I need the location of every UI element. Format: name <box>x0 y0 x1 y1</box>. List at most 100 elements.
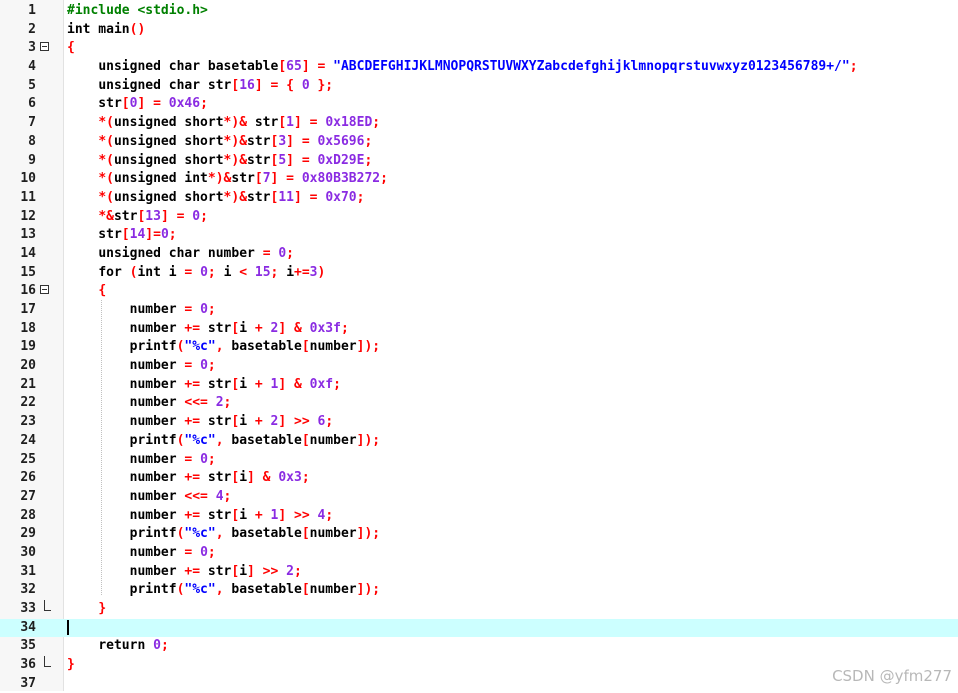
code-line[interactable]: 19 printf("%c", basetable[number]); <box>0 338 958 357</box>
code-token: += <box>184 320 208 336</box>
code-line[interactable]: 14 unsigned char number = 0; <box>0 245 958 264</box>
code-line[interactable]: 8 *(unsigned short*)&str[3] = 0x5696; <box>0 133 958 152</box>
code-line[interactable]: 28 number += str[i + 1] >> 4; <box>0 507 958 526</box>
code-line[interactable]: 24 printf("%c", basetable[number]); <box>0 432 958 451</box>
code-line[interactable]: 13 str[14]=0; <box>0 226 958 245</box>
code-line[interactable]: 22 number <<= 2; <box>0 394 958 413</box>
code-token: unsigned short <box>113 133 224 149</box>
code-token: ) <box>317 264 326 280</box>
code-line[interactable]: 26 number += str[i] & 0x3; <box>0 469 958 488</box>
code-token: str <box>67 227 122 243</box>
code-text: return 0; <box>67 637 168 656</box>
code-token: , <box>215 432 232 448</box>
line-number: 14 <box>20 245 36 261</box>
code-line[interactable]: 33 } <box>0 600 958 619</box>
code-line[interactable]: 35 return 0; <box>0 637 958 656</box>
code-token: [ <box>254 171 263 187</box>
code-token: ; <box>207 302 216 317</box>
fold-end-icon <box>40 600 52 619</box>
code-token: str <box>207 376 232 392</box>
code-line[interactable]: 32 printf("%c", basetable[number]); <box>0 581 958 600</box>
code-token: str <box>247 152 271 168</box>
code-token: number <box>67 544 185 560</box>
code-token: 0 <box>200 264 208 280</box>
line-number: 8 <box>28 133 36 149</box>
code-token: number <box>200 245 263 261</box>
code-token: 0 <box>200 358 208 374</box>
code-token: basetable <box>231 582 302 598</box>
code-line[interactable]: 17 number = 0; <box>0 301 958 320</box>
code-token: 0 <box>192 208 201 224</box>
code-token: number <box>67 451 185 467</box>
code-token: ; <box>340 320 349 336</box>
line-number: 32 <box>20 582 36 598</box>
line-number: 9 <box>28 152 36 168</box>
code-token: 13 <box>145 208 161 224</box>
code-line[interactable]: 2 int main() <box>0 21 958 40</box>
code-line[interactable]: 20 number = 0; <box>0 357 958 376</box>
code-token: 0 <box>200 544 208 560</box>
code-text: } <box>67 656 75 675</box>
code-line[interactable]: 34 <box>0 618 958 638</box>
code-line[interactable]: 21 number += str[i + 1] & 0xf; <box>0 376 958 395</box>
code-line[interactable]: 23 number += str[i + 2] >> 6; <box>0 413 958 432</box>
code-text: #include <stdio.h> <box>67 2 208 21</box>
code-line[interactable]: 10 *(unsigned int*)&str[7] = 0x80B3B272; <box>0 170 958 189</box>
code-line[interactable]: 18 number += str[i + 2] & 0x3f; <box>0 320 958 339</box>
code-token: str <box>207 320 232 336</box>
fold-toggle-icon[interactable] <box>40 39 52 58</box>
code-line[interactable]: 31 number += str[i] >> 2; <box>0 563 958 582</box>
code-text: int main() <box>67 21 145 40</box>
code-line[interactable]: 16 { <box>0 282 958 301</box>
code-token: number <box>309 339 357 355</box>
code-line[interactable]: 29 printf("%c", basetable[number]); <box>0 525 958 544</box>
code-line[interactable]: 37 <box>0 675 958 693</box>
line-number: 5 <box>28 77 36 93</box>
code-token: unsigned short <box>113 189 224 205</box>
code-token: 0x70 <box>325 189 357 205</box>
code-token: , <box>215 526 232 542</box>
code-token: [ <box>278 59 287 75</box>
code-token: ] = { <box>254 77 302 93</box>
code-text: str[0] = 0x46; <box>67 95 208 114</box>
code-text: *(unsigned int*)&str[7] = 0x80B3B272; <box>67 170 388 189</box>
code-token: str <box>231 171 255 187</box>
code-line[interactable]: 11 *(unsigned short*)&str[11] = 0x70; <box>0 189 958 208</box>
code-line[interactable]: 27 number <<= 4; <box>0 488 958 507</box>
code-editor[interactable]: 1 #include <stdio.h> 2 int main() 3{4 unsign… <box>0 0 958 691</box>
code-token: () <box>129 21 146 37</box>
code-token: 5 <box>278 152 287 168</box>
code-line[interactable]: 9 *(unsigned short*)&str[5] = 0xD29E; <box>0 152 958 171</box>
code-line[interactable]: 12 *&str[13] = 0; <box>0 208 958 227</box>
code-token: + <box>254 414 271 430</box>
code-lines[interactable]: 1 #include <stdio.h> 2 int main() 3{4 unsign… <box>0 2 958 693</box>
code-token: ] = <box>294 189 326 205</box>
fold-toggle-icon[interactable] <box>40 282 52 301</box>
code-token: number <box>67 376 185 392</box>
code-line[interactable]: 3{ <box>0 39 958 58</box>
line-number: 17 <box>20 302 36 317</box>
code-line[interactable]: 25 number = 0; <box>0 451 958 470</box>
code-token: 0x80B3B272 <box>301 171 381 187</box>
code-text <box>67 619 69 638</box>
code-line[interactable]: 4 unsigned char basetable[65] = "ABCDEFG… <box>0 58 958 77</box>
code-line[interactable]: 36} <box>0 656 958 675</box>
code-line[interactable]: 5 unsigned char str[16] = { 0 }; <box>0 77 958 96</box>
code-line[interactable]: 15 for (int i = 0; i < 15; i+=3) <box>0 264 958 283</box>
code-token: unsigned char <box>98 59 201 75</box>
code-token: <<= <box>184 488 216 504</box>
code-token: printf <box>67 339 177 355</box>
code-token: , <box>215 582 232 598</box>
code-token: ; <box>364 133 373 149</box>
code-line[interactable]: 30 number = 0; <box>0 544 958 563</box>
code-token: number <box>67 488 185 504</box>
line-number: 27 <box>20 488 36 504</box>
code-line[interactable]: 1 #include <stdio.h> <box>0 2 958 21</box>
code-token: 4 <box>215 488 224 504</box>
code-line[interactable]: 7 *(unsigned short*)& str[1] = 0x18ED; <box>0 114 958 133</box>
code-token: number <box>67 358 185 374</box>
code-line[interactable]: 6 str[0] = 0x46; <box>0 95 958 114</box>
